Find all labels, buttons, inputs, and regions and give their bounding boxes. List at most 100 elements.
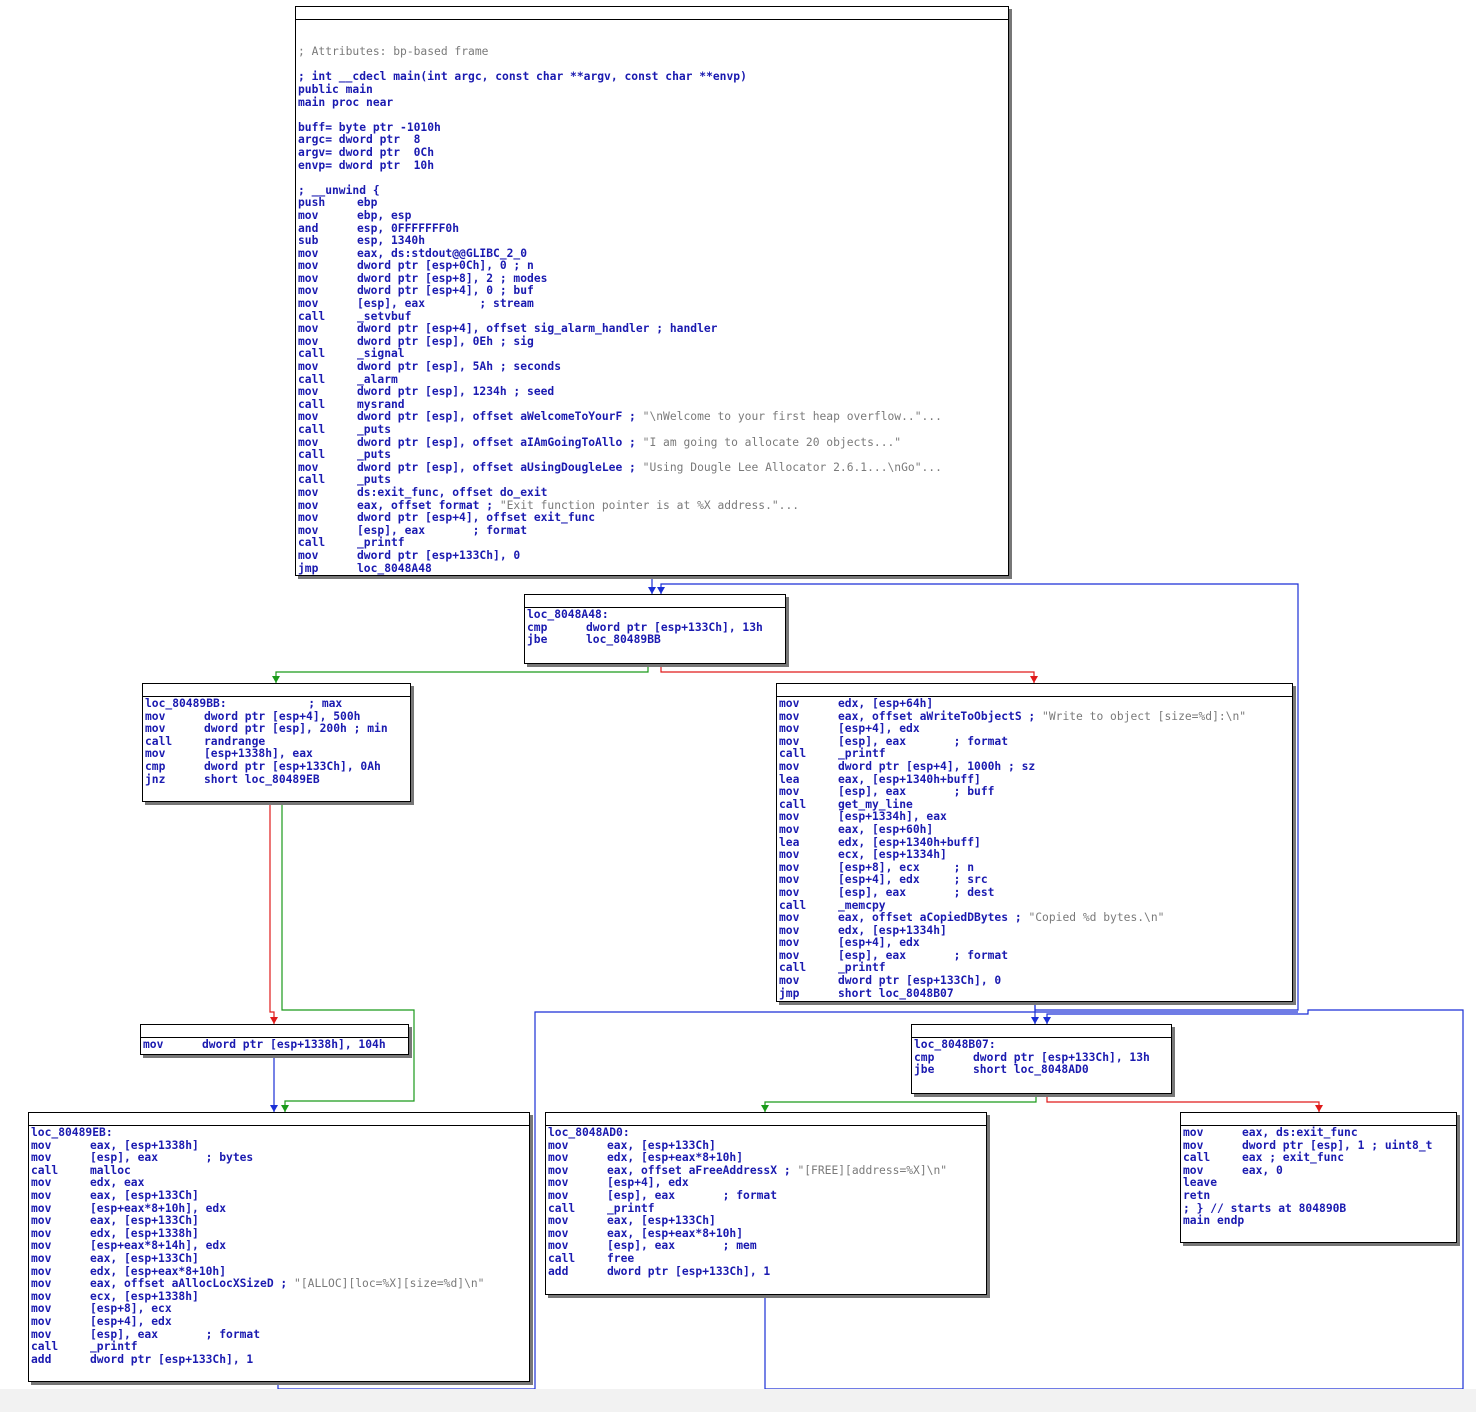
mnemonic: mov xyxy=(779,911,800,925)
asm-line[interactable]: loc_8048A48: xyxy=(526,608,784,622)
block-write-to-object[interactable]: mov edx, [esp+64h] mov eax, offset aWriteTo… xyxy=(776,683,1293,1002)
text-line: public main xyxy=(298,82,373,96)
asm-line[interactable]: ; int __cdecl main(int argc, const char … xyxy=(297,71,1007,84)
asm-line[interactable]: mov eax, [esp+133Ch] xyxy=(547,1215,985,1228)
asm-line[interactable]: mov dword ptr [esp], offset aWelcomeToYou… xyxy=(297,411,1007,424)
asm-line[interactable]: call free xyxy=(547,1251,985,1266)
asm-line[interactable]: mov eax, [esp+133Ch] xyxy=(30,1215,528,1228)
asm-line[interactable]: mov eax, offset aAllocLocXSizeD ; "[ALLOC… xyxy=(30,1278,528,1291)
asm-line[interactable]: mov dword ptr [esp+4], 1000h ; sz xyxy=(778,760,1291,774)
asm-line[interactable]: jbe short loc_8048AD0 xyxy=(913,1064,1170,1077)
asm-line[interactable]: jnz short loc_80489EB xyxy=(144,773,409,787)
asm-line[interactable]: sub esp, 1340h xyxy=(297,234,1007,248)
asm-line[interactable]: mov [esp], eax ; buff xyxy=(778,786,1291,799)
string-comment: "Copied %d bytes.\n" xyxy=(1028,911,1165,925)
asm-line[interactable]: mov dword ptr [esp], 5Ah ; seconds xyxy=(297,360,1007,374)
mnemonic: mov xyxy=(143,1038,164,1051)
asm-line[interactable]: mov edx, [esp+64h] xyxy=(778,697,1291,711)
asm-line[interactable]: mov eax, [esp+60h] xyxy=(778,823,1291,837)
asm-line[interactable]: call _puts xyxy=(297,423,1007,437)
asm-line[interactable]: loc_80489EB: xyxy=(30,1126,528,1140)
operands: eax, [esp+133Ch] xyxy=(90,1251,199,1265)
asm-line[interactable]: mov eax, 0 xyxy=(1182,1163,1455,1178)
asm-line[interactable]: ; Attributes: bp-based frame xyxy=(297,46,1007,59)
block-loc_80489EB[interactable]: loc_80489EB: mov eax, [esp+1338h] mov [esp],… xyxy=(28,1112,530,1382)
block-loc_8048B07[interactable]: loc_8048B07: cmp dword ptr [esp+133Ch], 13… xyxy=(911,1024,1172,1094)
asm-line[interactable]: jmp loc_8048A48 xyxy=(297,562,1007,576)
asm-line[interactable]: mov dword ptr [esp+1338h], 104h xyxy=(142,1038,407,1052)
operands: eax, [esp+133Ch] xyxy=(607,1214,716,1228)
asm-line[interactable]: main endp xyxy=(1182,1215,1455,1228)
asm-line[interactable]: mov dword ptr [esp+0Ch], 0 ; n xyxy=(297,260,1007,273)
block-body: loc_8048AD0: mov eax, [esp+133Ch] mov edx, [… xyxy=(546,1126,986,1278)
asm-line[interactable]: loc_8048AD0: xyxy=(547,1126,985,1140)
asm-line[interactable]: mov [esp], eax ; format xyxy=(547,1188,985,1203)
text-line: loc_8048B07: xyxy=(914,1038,996,1051)
text-line: envp= dword ptr 10h xyxy=(298,158,435,172)
asm-line[interactable]: mov ebp, esp xyxy=(297,208,1007,223)
asm-line[interactable]: mov eax, [esp+133Ch] xyxy=(30,1251,528,1266)
asm-line[interactable]: mov [esp+4], edx xyxy=(778,723,1291,736)
block-body: loc_80489BB: ; max mov dword ptr [esp+4], … xyxy=(143,697,410,786)
operands: [esp], eax ; format xyxy=(607,1188,778,1202)
operands: [esp+4], edx xyxy=(838,936,920,950)
asm-line[interactable]: loc_8048B07: xyxy=(913,1038,1170,1052)
mnemonic: mov xyxy=(779,722,800,736)
asm-line[interactable]: main proc near xyxy=(297,96,1007,110)
asm-line[interactable]: add dword ptr [esp+133Ch], 1 xyxy=(30,1353,528,1367)
asm-line[interactable]: cmp dword ptr [esp+133Ch], 0Ah xyxy=(144,759,409,774)
asm-line[interactable]: envp= dword ptr 10h xyxy=(297,158,1007,173)
operands: free xyxy=(607,1251,635,1265)
asm-line[interactable]: mov ecx, [esp+1334h] xyxy=(778,849,1291,862)
asm-line[interactable]: mov eax, [esp+133Ch] xyxy=(30,1189,528,1203)
operands: dword ptr [esp+4], offset sig_alarm_hand… xyxy=(357,322,718,336)
asm-line[interactable]: mov [esp], eax ; stream xyxy=(297,297,1007,311)
asm-line[interactable]: mov dword ptr [esp+133Ch], 0 xyxy=(297,549,1007,563)
asm-line[interactable]: jbe loc_80489BB xyxy=(526,634,784,647)
asm-line[interactable]: mov eax, ds:exit_func xyxy=(1182,1126,1455,1140)
asm-line[interactable]: leave xyxy=(1182,1177,1455,1190)
asm-line[interactable]: call eax ; exit_func xyxy=(1182,1152,1455,1165)
block-loc_8048AD0[interactable]: loc_8048AD0: mov eax, [esp+133Ch] mov edx, [… xyxy=(545,1112,987,1295)
asm-line[interactable]: add dword ptr [esp+133Ch], 1 xyxy=(547,1265,985,1279)
asm-line[interactable]: mov dword ptr [esp], 1234h ; seed xyxy=(297,386,1007,399)
block-mov-104h[interactable]: mov dword ptr [esp+1338h], 104h xyxy=(140,1024,409,1055)
asm-line[interactable]: mov dword ptr [esp], 200h ; min xyxy=(144,723,409,736)
asm-line[interactable]: ; __unwind { xyxy=(297,184,1007,198)
asm-line[interactable]: mov dword ptr [esp+4], offset sig_alarm_h… xyxy=(297,323,1007,336)
block-body: loc_80489EB: mov eax, [esp+1338h] mov [esp],… xyxy=(29,1126,529,1366)
asm-line[interactable]: call _puts xyxy=(297,449,1007,462)
asm-line[interactable]: mov edx, [esp+eax*8+10h] xyxy=(547,1152,985,1165)
mnemonic: mov xyxy=(779,885,800,899)
mnemonic: cmp xyxy=(145,759,166,773)
block-exit[interactable]: mov eax, ds:exit_func mov dword ptr [esp], … xyxy=(1180,1112,1457,1243)
block-body: loc_8048B07: cmp dword ptr [esp+133Ch], 13… xyxy=(912,1038,1171,1077)
mnemonic: jbe xyxy=(527,633,548,647)
block-loc_80489BB[interactable]: loc_80489BB: ; max mov dword ptr [esp+4], … xyxy=(142,683,411,802)
asm-line[interactable]: mov dword ptr [esp], offset aIAmGoingToAl… xyxy=(297,436,1007,450)
operands: ebp, esp xyxy=(357,208,412,222)
asm-line[interactable]: argv= dword ptr 0Ch xyxy=(297,146,1007,160)
asm-line[interactable]: mov dword ptr [esp+4], offset exit_func xyxy=(297,512,1007,525)
operands: eax, 0 xyxy=(1242,1163,1283,1177)
asm-line[interactable]: loc_80489BB: ; max xyxy=(144,697,409,711)
asm-line[interactable]: public main xyxy=(297,82,1007,97)
asm-line[interactable]: call _printf xyxy=(30,1340,528,1354)
asm-line[interactable]: mov [esp+4], edx xyxy=(30,1314,528,1329)
edge-true-8048AD0 xyxy=(764,1094,1037,1112)
operands: [esp+4], edx xyxy=(90,1314,172,1328)
block-main[interactable]: ; Attributes: bp-based frame ; int __cdec… xyxy=(295,6,1009,576)
asm-line[interactable]: mov dword ptr [esp+133Ch], 0 xyxy=(778,974,1291,988)
asm-line[interactable]: mov ds:exit_func, offset do_exit xyxy=(297,486,1007,500)
asm-line[interactable]: mov dword ptr [esp], offset aUsingDougleL… xyxy=(297,461,1007,475)
block-body: ; Attributes: bp-based frame ; int __cdec… xyxy=(296,20,1008,575)
asm-line[interactable]: retn xyxy=(1182,1189,1455,1203)
asm-line[interactable]: mov [esp+4], edx xyxy=(778,937,1291,950)
block-loc_8048A48[interactable]: loc_8048A48: cmp dword ptr [esp+133Ch], 13… xyxy=(524,594,786,664)
asm-line[interactable]: mov [esp], eax ; bytes xyxy=(30,1152,528,1165)
mnemonic: mov xyxy=(779,697,800,710)
asm-line[interactable]: mov [esp], eax ; dest xyxy=(778,885,1291,900)
text-line: loc_80489BB: ; max xyxy=(145,697,343,710)
asm-line[interactable]: mov eax, offset aCopiedDBytes ; "Copied %… xyxy=(778,911,1291,925)
asm-line[interactable]: jmp short loc_8048B07 xyxy=(778,987,1291,1001)
